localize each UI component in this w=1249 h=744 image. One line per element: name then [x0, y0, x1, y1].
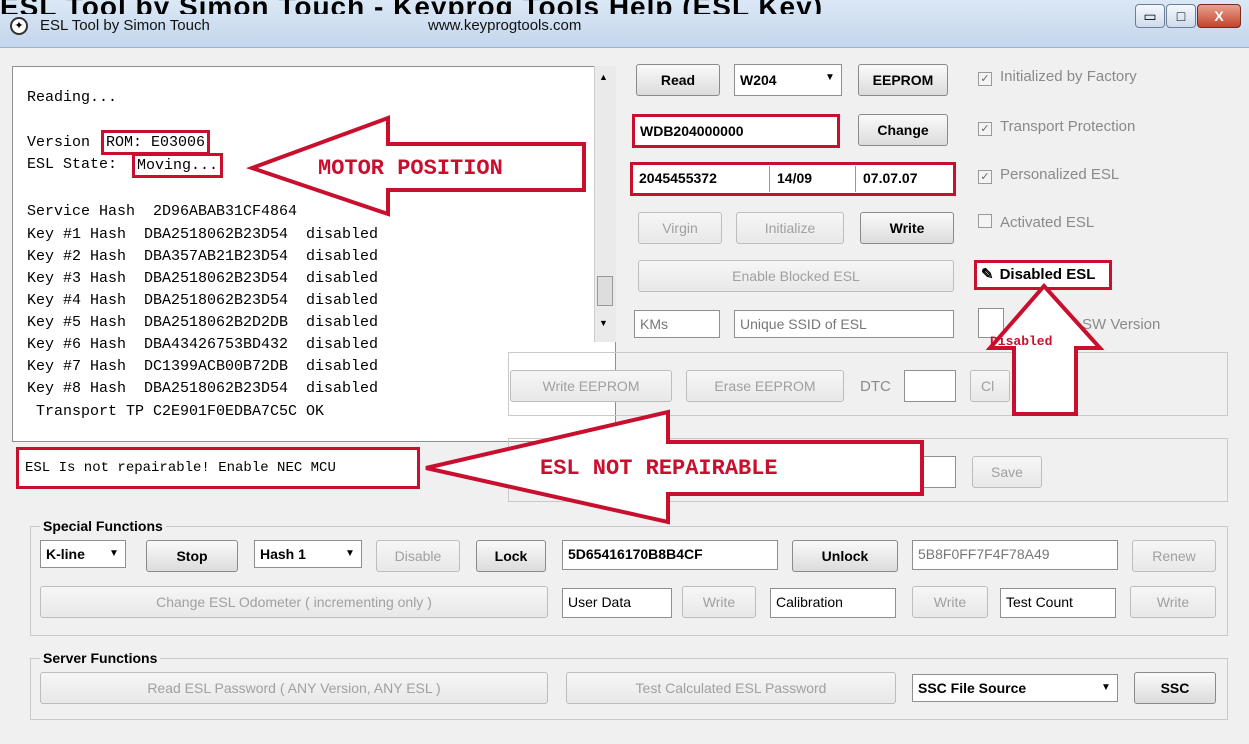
annotation-arrows [245, 115, 1105, 525]
not-repairable-label: ESL NOT REPAIRABLE [540, 456, 778, 481]
app-window: ESL Tool by Simon Touch - Keyprog Tools … [0, 0, 1249, 744]
disabled-up-arrow [985, 282, 1105, 416]
disabled-annotation-label: Disabled [990, 334, 1053, 349]
motor-position-label: MOTOR POSITION [318, 156, 503, 181]
